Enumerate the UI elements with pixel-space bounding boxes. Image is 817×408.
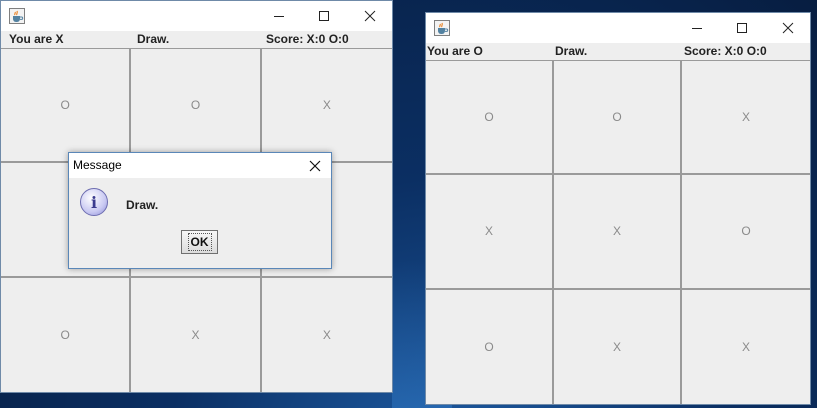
- minimize-button[interactable]: [674, 13, 720, 43]
- board-cell[interactable]: O: [1, 49, 132, 164]
- maximize-icon: [737, 23, 747, 33]
- dialog-title: Message: [73, 158, 122, 172]
- board-cell[interactable]: X: [262, 278, 392, 392]
- board-cell[interactable]: O: [1, 277, 132, 392]
- board-cell[interactable]: X: [131, 277, 262, 392]
- board-cell[interactable]: X: [261, 49, 392, 164]
- game-message: Draw.: [555, 44, 588, 58]
- info-icon: i: [80, 188, 108, 216]
- score-label: Score: X:0 O:0: [684, 44, 767, 58]
- board-cell[interactable]: O: [426, 289, 554, 404]
- close-button[interactable]: [765, 13, 811, 43]
- status-bar: You are X Draw. Score: X:0 O:0: [1, 31, 392, 48]
- minimize-icon: [274, 16, 284, 17]
- dialog-title-bar[interactable]: Message: [69, 153, 331, 178]
- game-board: O O X X X O O X X: [426, 60, 810, 404]
- board-cell[interactable]: O: [426, 61, 554, 176]
- ok-button-label: OK: [187, 233, 212, 251]
- board-cell[interactable]: X: [682, 290, 810, 404]
- maximize-icon: [319, 11, 329, 21]
- player-label: You are O: [427, 44, 483, 58]
- minimize-icon: [692, 28, 702, 29]
- game-window-right: You are O Draw. Score: X:0 O:0 O O X X X…: [425, 12, 811, 405]
- java-cup-icon: [434, 20, 450, 36]
- board-cell[interactable]: X: [426, 175, 554, 290]
- close-icon: [782, 22, 794, 34]
- close-button[interactable]: [347, 1, 393, 31]
- board-cell[interactable]: X: [554, 175, 682, 290]
- title-bar[interactable]: [1, 1, 392, 31]
- board-cell[interactable]: O: [682, 175, 810, 290]
- close-icon: [364, 10, 376, 22]
- close-icon: [309, 160, 321, 171]
- player-label: You are X: [9, 32, 64, 46]
- board-cell[interactable]: O: [554, 61, 682, 176]
- maximize-button[interactable]: [301, 1, 347, 31]
- dialog-close-button[interactable]: [299, 153, 331, 178]
- board-cell[interactable]: X: [554, 289, 682, 404]
- message-dialog: Message i Draw. OK: [68, 152, 332, 269]
- title-bar[interactable]: [426, 13, 810, 43]
- minimize-button[interactable]: [256, 1, 302, 31]
- board-cell[interactable]: O: [131, 49, 262, 164]
- game-message: Draw.: [137, 32, 170, 46]
- board-cell[interactable]: X: [682, 61, 810, 176]
- ok-button[interactable]: OK: [181, 230, 218, 254]
- dialog-message: Draw.: [126, 198, 159, 212]
- status-bar: You are O Draw. Score: X:0 O:0: [426, 43, 810, 60]
- java-cup-icon: [9, 8, 25, 24]
- score-label: Score: X:0 O:0: [266, 32, 349, 46]
- maximize-button[interactable]: [719, 13, 765, 43]
